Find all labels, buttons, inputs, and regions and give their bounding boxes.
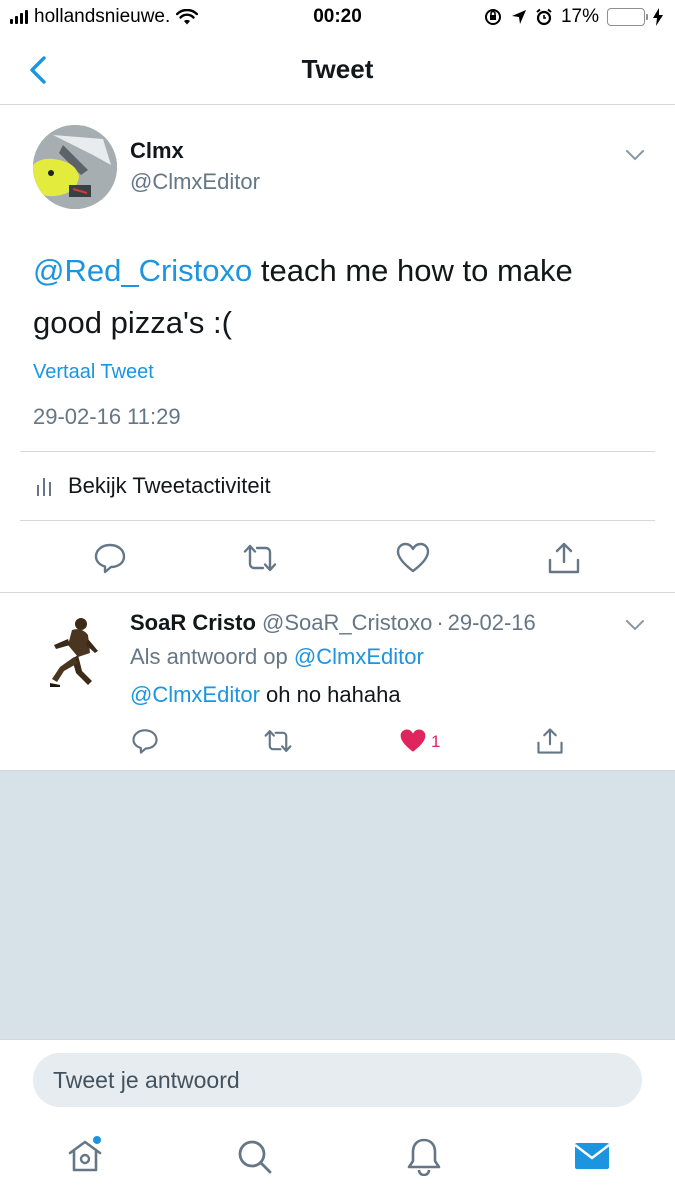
tweet-timestamp: 29-02-16 11:29 <box>33 404 181 429</box>
reply-author-name[interactable]: SoaR Cristo <box>130 610 256 635</box>
status-right: 17% <box>483 6 663 28</box>
retweet-icon[interactable] <box>264 727 292 755</box>
reply-header: SoaR Cristo @SoaR_Cristoxo · 29-02-16 <box>130 610 536 636</box>
author-avatar[interactable] <box>33 125 117 209</box>
status-bar: hollandsnieuwe. 00:20 17% <box>0 0 675 34</box>
page-title: Tweet <box>301 54 374 84</box>
reply-author-avatar[interactable] <box>48 615 100 687</box>
divider <box>20 451 655 452</box>
alarm-icon <box>536 8 552 26</box>
reply-to-prefix: Als antwoord op <box>130 644 288 669</box>
analytics-icon <box>37 478 51 496</box>
divider <box>20 520 655 521</box>
battery-icon <box>607 8 648 26</box>
home-icon[interactable] <box>65 1136 105 1176</box>
translate-tweet-link[interactable]: Vertaal Tweet <box>33 361 154 384</box>
share-icon[interactable] <box>536 727 564 755</box>
notification-dot <box>93 1136 101 1144</box>
mention-link[interactable]: @ClmxEditor <box>130 682 260 707</box>
reply-icon[interactable] <box>93 541 127 575</box>
chevron-down-icon[interactable] <box>624 148 646 162</box>
retweet-icon[interactable] <box>243 541 277 575</box>
reply-author-handle[interactable]: @SoaR_Cristoxo <box>262 610 432 635</box>
meta-separator: · <box>436 610 444 635</box>
reply-to-handle[interactable]: @ClmxEditor <box>294 644 424 669</box>
author-name[interactable]: Clmx <box>130 138 184 164</box>
reply-date: 29-02-16 <box>447 610 536 635</box>
orientation-lock-icon <box>484 9 501 25</box>
chevron-down-icon[interactable] <box>624 618 646 632</box>
reply-actions <box>0 727 675 755</box>
reply-text: @ClmxEditor oh no hahaha <box>130 682 401 708</box>
tweet-text: @Red_Cristoxo teach me how to make good … <box>33 245 643 349</box>
tweet-actions <box>0 541 675 575</box>
reply-tweet[interactable]: SoaR Cristo @SoaR_Cristoxo · 29-02-16 Als … <box>0 593 675 771</box>
navigation-bar: Tweet <box>0 34 675 105</box>
avatar-image <box>33 125 117 209</box>
battery-percent: 17% <box>560 6 599 27</box>
tweet-activity-label: Bekijk Tweetactiviteit <box>68 473 271 498</box>
liked-heart-icon[interactable] <box>399 727 427 755</box>
like-icon[interactable] <box>396 541 430 575</box>
share-icon[interactable] <box>547 541 581 575</box>
main-tweet: Clmx @ClmxEditor @Red_Cristoxo teach me … <box>0 105 675 593</box>
messages-icon[interactable] <box>572 1136 612 1176</box>
author-handle[interactable]: @ClmxEditor <box>130 169 260 195</box>
charging-bolt-icon <box>653 8 663 26</box>
search-icon[interactable] <box>234 1136 274 1176</box>
reply-compose-input[interactable]: Tweet je antwoord <box>33 1053 642 1107</box>
compose-bar: Tweet je antwoord <box>0 1039 675 1119</box>
reply-body: oh no hahaha <box>259 682 401 707</box>
reply-icon[interactable] <box>131 727 159 755</box>
reply-context: Als antwoord op @ClmxEditor <box>130 644 424 670</box>
like-count: 1 <box>431 732 441 751</box>
location-arrow-icon <box>511 10 526 24</box>
mention-link[interactable]: @Red_Cristoxo <box>33 253 252 288</box>
tweet-activity-link[interactable]: Bekijk Tweetactiviteit <box>36 473 271 499</box>
notifications-icon[interactable] <box>404 1136 444 1176</box>
compose-placeholder: Tweet je antwoord <box>53 1066 240 1093</box>
empty-timeline-area <box>0 771 675 1039</box>
tab-bar <box>0 1119 675 1200</box>
